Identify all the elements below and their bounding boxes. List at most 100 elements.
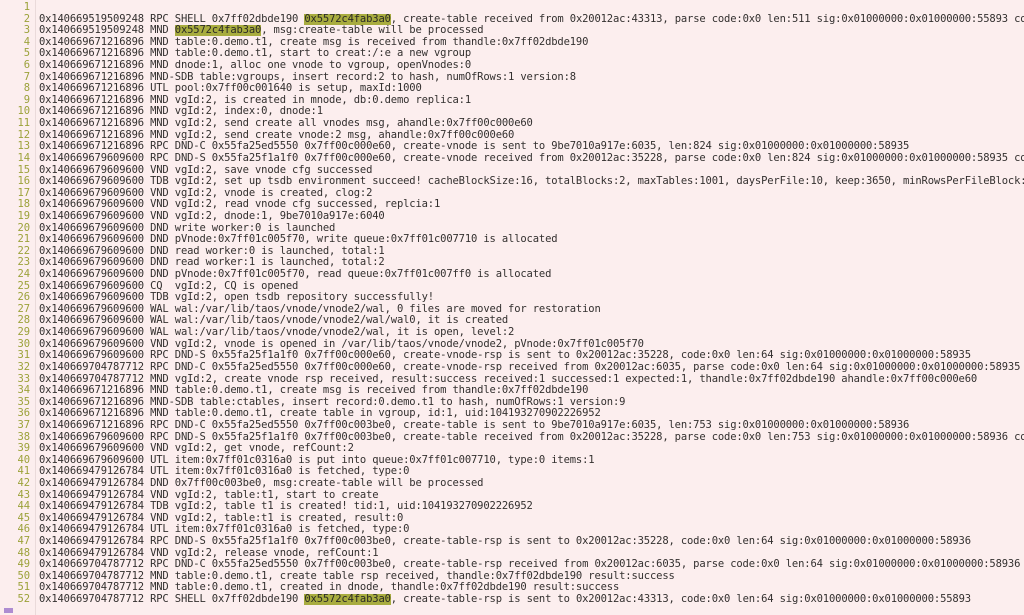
log-line[interactable]: 6 0x140669671216896 MND dnode:1, alloc on… bbox=[0, 59, 1024, 72]
log-line-text: 0x140669679609600 DND pVnode:0x7ff01c005… bbox=[39, 269, 552, 281]
log-line-text: 0x140669671216896 MND table:0.demo.t1, c… bbox=[39, 408, 601, 420]
log-line-text: 0x140669679609600 VND vgId:2, dnode:1, 9… bbox=[39, 210, 385, 222]
line-number: 52 bbox=[17, 593, 31, 606]
log-line[interactable]: 23 0x140669679609600 DND read worker:1 is… bbox=[0, 257, 1024, 269]
log-text-segment: , create-table received from 0x20012ac:4… bbox=[390, 13, 1024, 25]
log-line-text: 0x140669671216896 RPC DND-C 0x55fa25ed55… bbox=[39, 419, 910, 431]
log-line-text: 0x140669671216896 RPC DND-C 0x55fa25ed55… bbox=[39, 141, 910, 153]
log-line-text: 0x140669671216896 MND vgId:2, send creat… bbox=[39, 129, 515, 141]
log-line[interactable]: 44 0x140669479126784 TDB vgId:2, table t1… bbox=[0, 501, 1024, 513]
log-line[interactable]: 39 0x140669679609600 VND vgId:2, get vnod… bbox=[0, 443, 1024, 455]
log-line-text: 0x140669679609600 TDB vgId:2, set up tsd… bbox=[39, 176, 1024, 188]
log-line[interactable]: 34 0x140669671216896 MND table:0.demo.t1,… bbox=[0, 384, 1024, 397]
log-line-text: 0x140669679609600 WAL wal:/var/lib/taos/… bbox=[39, 327, 515, 339]
log-line[interactable]: 8 0x140669671216896 UTL pool:0x7ff00c0016… bbox=[0, 83, 1024, 95]
log-line[interactable]: 49 0x140669704787712 RPC DND-C 0x55fa25ed… bbox=[0, 559, 1024, 571]
log-line[interactable]: 50 0x140669704787712 MND table:0.demo.t1,… bbox=[0, 570, 1024, 583]
log-line[interactable]: 15 0x140669679609600 VND vgId:2, save vno… bbox=[0, 164, 1024, 177]
log-line[interactable]: 11 0x140669671216896 MND vgId:2, send cre… bbox=[0, 117, 1024, 130]
log-line[interactable]: 25 0x140669679609600 CQ vgId:2, CQ is ope… bbox=[0, 280, 1024, 293]
log-line[interactable]: 43 0x140669479126784 VND vgId:2, table:t1… bbox=[0, 489, 1024, 502]
log-line-text: 0x140669671216896 MND-SDB table:ctables,… bbox=[39, 396, 626, 408]
log-line-text: 0x140669679609600 WAL wal:/var/lib/taos/… bbox=[39, 303, 601, 315]
log-line-text: 0x140669671216896 MND table:0.demo.t1, s… bbox=[39, 48, 472, 60]
log-line-text: 0x140669679609600 VND vgId:2, vnode is o… bbox=[39, 338, 644, 350]
log-line[interactable]: 26 0x140669679609600 TDB vgId:2, open tsd… bbox=[0, 292, 1024, 304]
log-line-text: 0x140669704787712 MND table:0.demo.t1, c… bbox=[39, 570, 675, 582]
log-line[interactable]: 46 0x140669479126784 UTL item:0x7ff01c031… bbox=[0, 524, 1024, 536]
log-line-text: 0x140669679609600 DND pVnode:0x7ff01c005… bbox=[39, 234, 558, 246]
log-lines-container[interactable]: 1 2 0x140669519509248 RPC SHELL 0x7ff02dbd… bbox=[0, 1, 1024, 606]
log-line-text: 0x140669671216896 MND vgId:2, send creat… bbox=[39, 118, 533, 130]
line-number: 14 bbox=[17, 151, 31, 164]
log-line-text: 0x140669704787712 MND table:0.demo.t1, c… bbox=[39, 582, 620, 594]
log-line[interactable]: 30 0x140669679609600 VND vgId:2, vnode is… bbox=[0, 338, 1024, 351]
log-line[interactable]: 29 0x140669679609600 WAL wal:/var/lib/tao… bbox=[0, 326, 1024, 339]
log-line[interactable]: 41 0x140669479126784 UTL item:0x7ff01c031… bbox=[0, 466, 1024, 478]
log-line[interactable]: 27 0x140669679609600 WAL wal:/var/lib/tao… bbox=[0, 303, 1024, 316]
log-line[interactable]: 2 0x140669519509248 RPC SHELL 0x7ff02dbde… bbox=[0, 13, 1024, 26]
line-number: 1 bbox=[23, 1, 30, 13]
log-line[interactable]: 28 0x140669679609600 WAL wal:/var/lib/tao… bbox=[0, 315, 1024, 327]
log-line[interactable]: 47 0x140669479126784 RPC DND-S 0x55fa25f1… bbox=[0, 535, 1024, 548]
line-number: 6 bbox=[23, 59, 30, 72]
log-line[interactable]: 37 0x140669671216896 RPC DND-C 0x55fa25ed… bbox=[0, 418, 1024, 432]
log-line[interactable]: 35 0x140669671216896 MND-SDB table:ctable… bbox=[0, 396, 1024, 409]
log-line[interactable]: 36 0x140669671216896 MND table:0.demo.t1,… bbox=[0, 408, 1024, 420]
log-line[interactable]: 16 0x140669679609600 TDB vgId:2, set up t… bbox=[0, 176, 1024, 188]
log-line-text: 0x140669679609600 VND vgId:2, get vnode,… bbox=[39, 443, 354, 455]
log-line-text: 0x140669479126784 VND vgId:2, table:t1, … bbox=[39, 489, 379, 501]
log-line-text: 0x140669479126784 VND vgId:2, release vn… bbox=[39, 547, 379, 559]
log-line-text: 0x140669679609600 TDB vgId:2, open tsdb … bbox=[39, 292, 434, 304]
log-line[interactable]: 52 0x140669704787712 RPC SHELL 0x7ff02dbd… bbox=[0, 593, 1024, 606]
gutter-divider bbox=[35, 0, 36, 615]
log-line-text: 0x140669479126784 TDB vgId:2, table t1 i… bbox=[39, 501, 533, 513]
log-line[interactable]: 31 0x140669679609600 RPC DND-S 0x55fa25f1… bbox=[0, 350, 1024, 362]
line-number: 24 bbox=[17, 268, 31, 281]
log-line[interactable]: 7 0x140669671216896 MND-SDB table:vgroups… bbox=[0, 71, 1024, 84]
log-line[interactable]: 42 0x140669479126784 DND 0x7ff00c003be0, … bbox=[0, 477, 1024, 490]
log-text-segment: 0x140669519509248 MND bbox=[39, 25, 175, 37]
log-line[interactable]: 32 0x140669704787712 RPC DND-C 0x55fa25ed… bbox=[0, 360, 1024, 374]
log-line-text: 0x140669479126784 DND 0x7ff00c003be0, ms… bbox=[39, 477, 484, 489]
log-line-text: 0x140669671216896 MND vgId:2, is created… bbox=[39, 94, 472, 106]
log-line[interactable]: 5 0x140669671216896 MND table:0.demo.t1, … bbox=[0, 48, 1024, 60]
log-line-text: 0x140669479126784 RPC DND-S 0x55fa25f1a1… bbox=[39, 536, 971, 548]
log-text-segment: 0x140669519509248 RPC SHELL 0x7ff02dbde1… bbox=[39, 13, 305, 25]
log-line[interactable]: 22 0x140669679609600 DND read worker:0 is… bbox=[0, 245, 1024, 258]
log-line[interactable]: 13 0x140669671216896 RPC DND-C 0x55fa25ed… bbox=[0, 141, 1024, 153]
log-line[interactable]: 24 0x140669679609600 DND pVnode:0x7ff01c0… bbox=[0, 268, 1024, 281]
log-line[interactable]: 38 0x140669679609600 RPC DND-S 0x55fa25f1… bbox=[0, 431, 1024, 444]
highlighted-token: 0x5572c4fab3a0 bbox=[304, 594, 391, 606]
log-line-text: 0x140669679609600 RPC DND-S 0x55fa25f1a1… bbox=[39, 152, 1024, 164]
line-number: 29 bbox=[17, 326, 31, 339]
log-line-text: 0x140669671216896 MND table:0.demo.t1, c… bbox=[39, 385, 589, 397]
log-line[interactable]: 12 0x140669671216896 MND vgId:2, send cre… bbox=[0, 129, 1024, 142]
log-line[interactable]: 10 0x140669671216896 MND vgId:2, index:0,… bbox=[0, 106, 1024, 118]
log-line-text: 0x140669519509248 RPC SHELL 0x7ff02dbde1… bbox=[30, 13, 1024, 26]
log-line[interactable]: 18 0x140669679609600 VND vgId:2, read vno… bbox=[0, 199, 1024, 211]
log-viewer[interactable]: 1 2 0x140669519509248 RPC SHELL 0x7ff02dbd… bbox=[0, 0, 1024, 615]
log-line[interactable]: 17 0x140669679609600 VND vgId:2, vnode is… bbox=[0, 187, 1024, 200]
log-line[interactable]: 40 0x140669679609600 UTL item:0x7ff01c031… bbox=[0, 454, 1024, 467]
log-line[interactable]: 4 0x140669671216896 MND table:0.demo.t1, … bbox=[0, 36, 1024, 49]
log-line[interactable]: 33 0x140669704787712 MND vgId:2, create v… bbox=[0, 373, 1024, 386]
log-line[interactable]: 20 0x140669679609600 DND write worker:0 i… bbox=[0, 222, 1024, 235]
log-line[interactable]: 21 0x140669679609600 DND pVnode:0x7ff01c0… bbox=[0, 234, 1024, 246]
log-line-text: 0x140669679609600 VND vgId:2, save vnode… bbox=[39, 164, 373, 176]
log-line[interactable]: 3 0x140669519509248 MND 0x5572c4fab3a0, m… bbox=[0, 25, 1024, 37]
log-line[interactable]: 19 0x140669679609600 VND vgId:2, dnode:1,… bbox=[0, 210, 1024, 223]
log-line-text: 0x140669704787712 MND vgId:2, create vno… bbox=[39, 373, 978, 385]
log-line[interactable]: 51 0x140669704787712 MND table:0.demo.t1,… bbox=[0, 582, 1024, 594]
log-line[interactable]: 48 0x140669479126784 VND vgId:2, release … bbox=[0, 547, 1024, 560]
log-line[interactable]: 9 0x140669671216896 MND vgId:2, is create… bbox=[0, 94, 1024, 107]
log-line[interactable]: 1 bbox=[0, 1, 1024, 14]
log-line[interactable]: 45 0x140669479126784 VND vgId:2, table:t1… bbox=[0, 512, 1024, 525]
log-line-text: 0x140669679609600 VND vgId:2, vnode is c… bbox=[39, 187, 373, 199]
log-line-text: 0x140669679609600 UTL item:0x7ff01c0316a… bbox=[39, 454, 595, 466]
line-number: 37 bbox=[17, 418, 31, 431]
log-text-segment: 0x140669704787712 RPC SHELL 0x7ff02dbde1… bbox=[39, 594, 305, 606]
line-number: 32 bbox=[17, 360, 31, 373]
log-line[interactable]: 14 0x140669679609600 RPC DND-S 0x55fa25f1… bbox=[0, 151, 1024, 165]
log-line-text: 0x140669479126784 VND vgId:2, table:t1 i… bbox=[39, 512, 404, 524]
